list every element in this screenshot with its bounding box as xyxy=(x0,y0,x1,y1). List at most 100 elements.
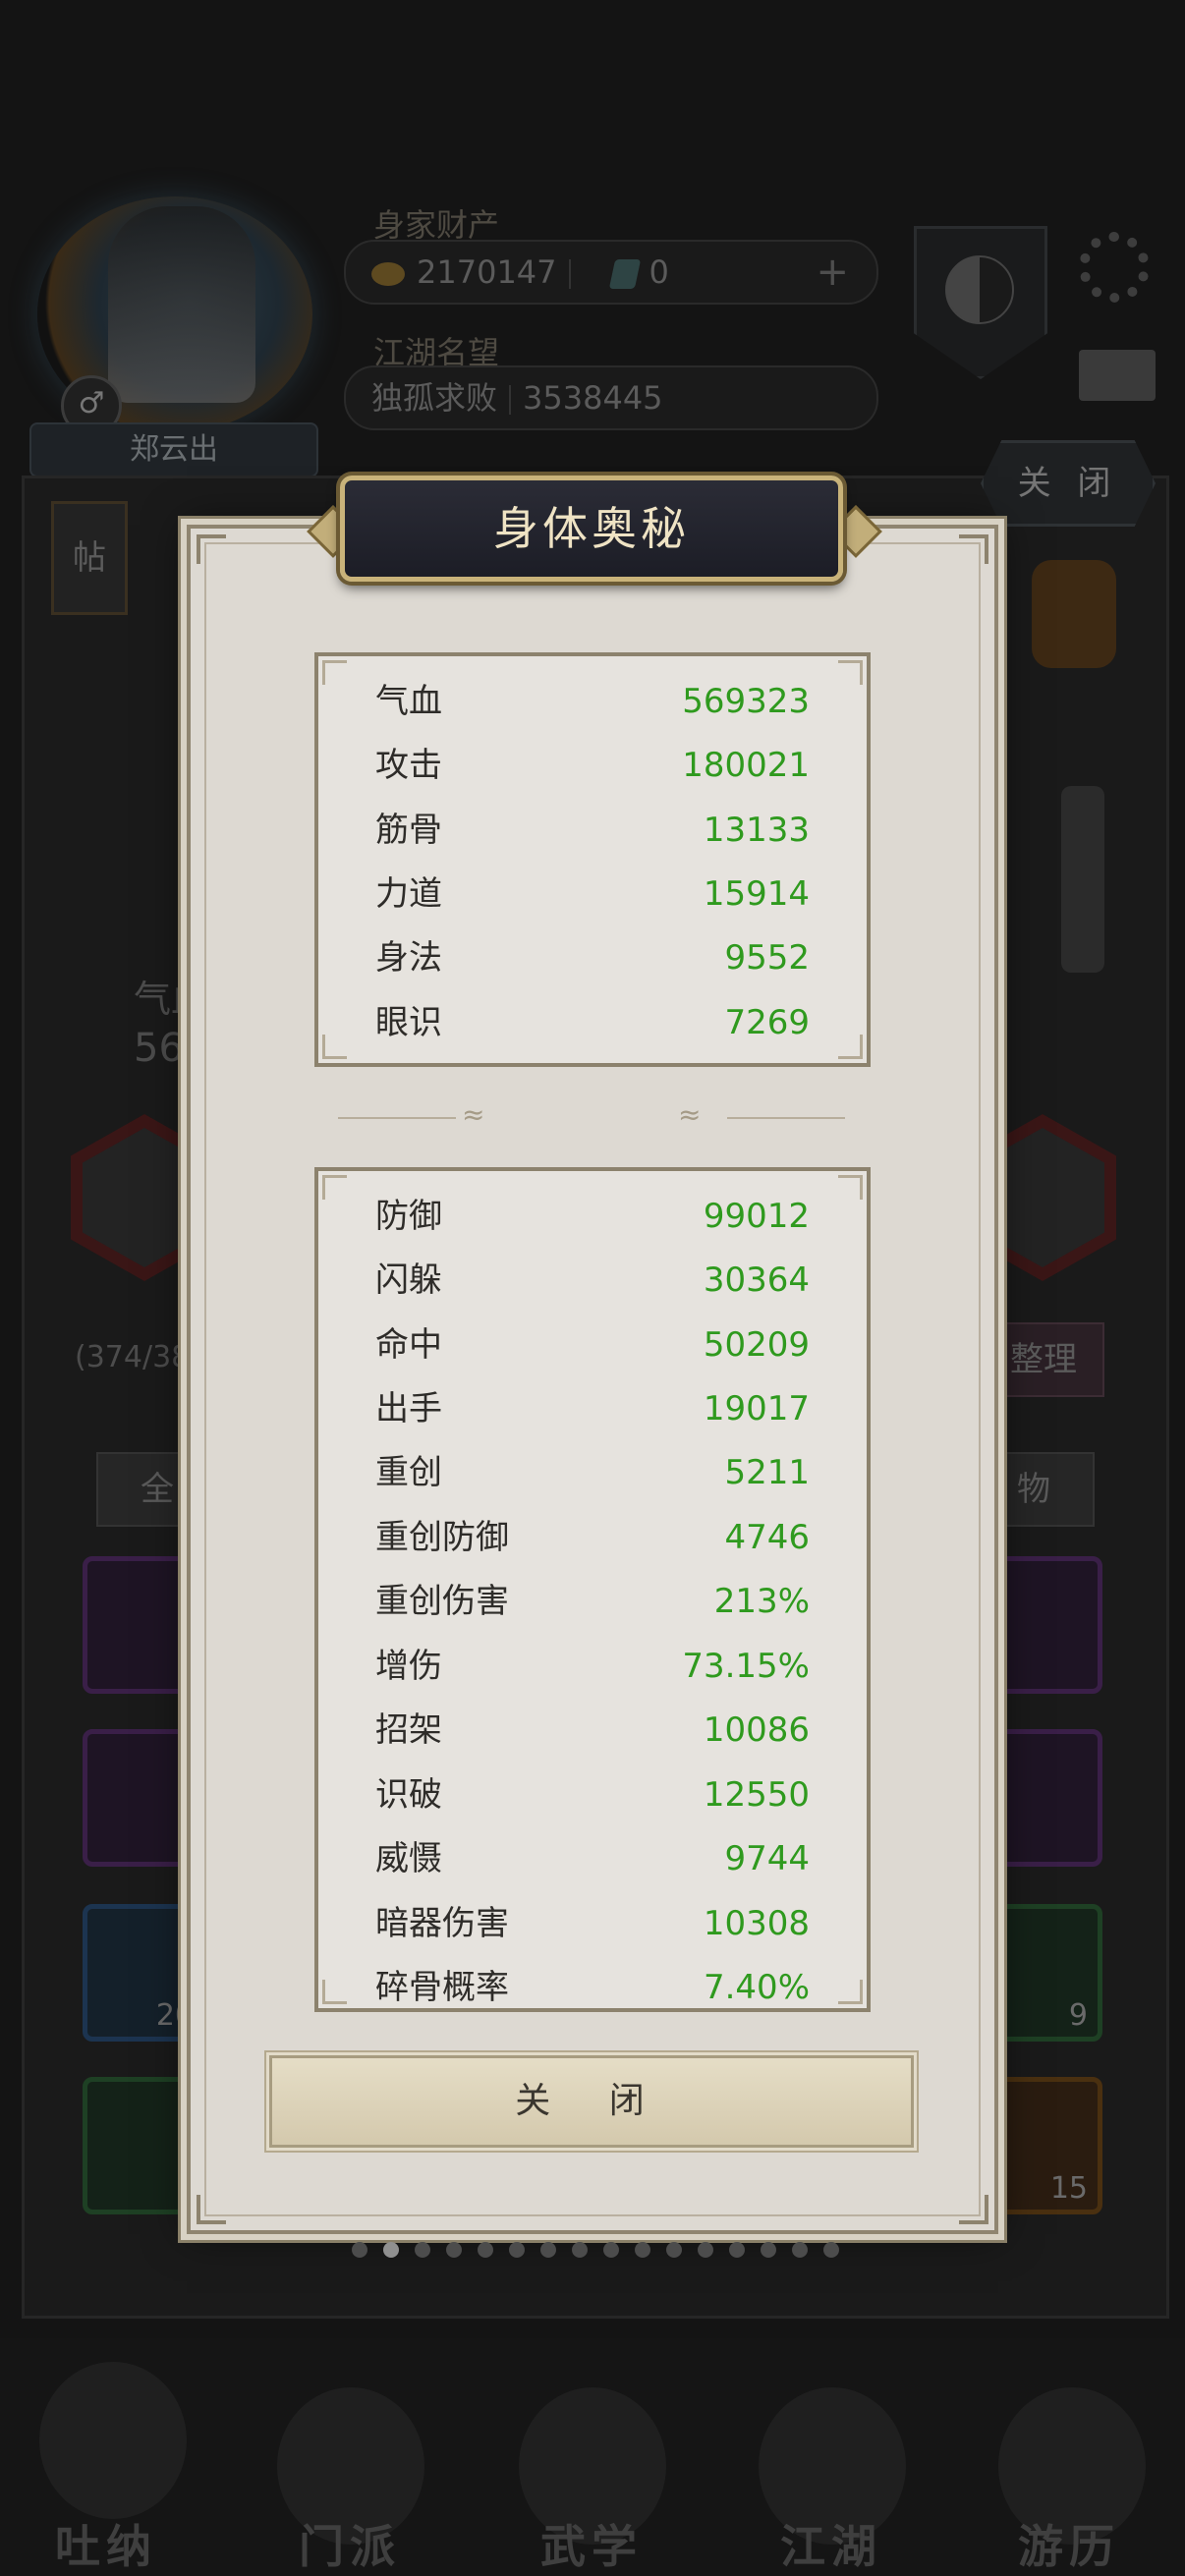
currency-bar: 2170147 0 + xyxy=(344,240,878,305)
stat-name: 暗器伤害 xyxy=(375,1904,509,1943)
yin-yang-icon xyxy=(945,255,1014,324)
page-dot xyxy=(446,2242,462,2258)
stat-value: 9744 xyxy=(724,1839,810,1878)
stat-name: 识破 xyxy=(375,1775,442,1815)
nav-label: 江湖 xyxy=(780,2520,882,2573)
page-dot xyxy=(352,2242,367,2258)
page-dot xyxy=(540,2242,556,2258)
page-indicator xyxy=(344,2242,855,2266)
stat-name: 眼识 xyxy=(375,1003,442,1042)
stat-row: 威慑 9744 xyxy=(318,1827,867,1891)
stat-name: 威慑 xyxy=(375,1839,442,1878)
stat-row: 命中 50209 xyxy=(318,1314,867,1377)
gear-icon xyxy=(1079,232,1150,303)
stat-name: 重创防御 xyxy=(375,1518,509,1557)
dialog-title: 身体奥秘 xyxy=(340,476,843,582)
stat-name: 重创伤害 xyxy=(375,1582,509,1621)
stat-value: 9552 xyxy=(724,938,810,978)
stat-row: 力道 15914 xyxy=(318,863,867,926)
stat-row: 出手 19017 xyxy=(318,1377,867,1441)
player-name: 郑云出 xyxy=(29,422,318,477)
jade-amount: 0 xyxy=(649,253,669,291)
divider xyxy=(338,1117,456,1119)
page-dot xyxy=(509,2242,525,2258)
divider xyxy=(727,1117,845,1119)
close-button[interactable]: 关 闭 xyxy=(269,2055,914,2148)
sort-button: 整理 xyxy=(983,1322,1104,1397)
divider-ornament: ≈ xyxy=(462,1098,485,1131)
stat-row: 气血 569323 xyxy=(318,670,867,734)
page-dot-active xyxy=(383,2242,399,2258)
stat-name: 碎骨概率 xyxy=(375,1968,509,2007)
stat-value: 15914 xyxy=(703,874,810,914)
stat-name: 命中 xyxy=(375,1325,442,1365)
avatar xyxy=(108,206,255,403)
primary-stats-panel: 气血 569323 攻击 180021 筋骨 13133 力道 15914 身法… xyxy=(314,652,871,1067)
stat-row: 暗器伤害 10308 xyxy=(318,1892,867,1956)
stat-name: 攻击 xyxy=(375,746,442,785)
stat-row: 重创 5211 xyxy=(318,1441,867,1505)
secondary-stats-panel[interactable]: 防御 99012 闪躲 30364 命中 50209 出手 19017 重创 5… xyxy=(314,1167,871,2012)
fame-value: 3538445 xyxy=(523,379,663,417)
stat-name: 重创 xyxy=(375,1453,442,1492)
stat-name: 防御 xyxy=(375,1197,442,1236)
mail-icon xyxy=(1079,350,1156,401)
divider-ornament: ≈ xyxy=(678,1098,702,1131)
stat-value: 180021 xyxy=(682,746,810,785)
stat-row: 防御 99012 xyxy=(318,1185,867,1249)
stat-name: 身法 xyxy=(375,938,442,978)
stat-row: 眼识 7269 xyxy=(318,991,867,1055)
stat-row: 重创防御 4746 xyxy=(318,1506,867,1570)
page-dot xyxy=(572,2242,588,2258)
nav-label: 武学 xyxy=(540,2520,643,2573)
page-dot xyxy=(761,2242,776,2258)
stat-value: 7269 xyxy=(724,1003,810,1042)
stat-value: 12550 xyxy=(703,1775,810,1815)
page-dot xyxy=(698,2242,713,2258)
fame-title: 独孤求败 xyxy=(371,379,498,417)
page-dot xyxy=(666,2242,682,2258)
stat-name: 增伤 xyxy=(375,1647,442,1686)
stat-value: 4746 xyxy=(724,1518,810,1557)
stat-value: 10308 xyxy=(703,1904,810,1943)
stat-row: 识破 12550 xyxy=(318,1764,867,1827)
stat-value: 50209 xyxy=(703,1325,810,1365)
add-currency-icon: + xyxy=(816,250,849,295)
page-dot xyxy=(415,2242,430,2258)
page-dot xyxy=(478,2242,493,2258)
stat-name: 招架 xyxy=(375,1710,442,1750)
stat-row: 身法 9552 xyxy=(318,926,867,990)
page-dot xyxy=(792,2242,808,2258)
nav-label: 门派 xyxy=(299,2520,401,2573)
page-dot xyxy=(635,2242,650,2258)
stat-value: 7.40% xyxy=(703,1968,810,2007)
nav-label: 吐纳 xyxy=(55,2520,157,2573)
stat-value: 10086 xyxy=(703,1710,810,1750)
stat-row: 攻击 180021 xyxy=(318,734,867,798)
stat-row: 闪躲 30364 xyxy=(318,1249,867,1313)
page-dot xyxy=(823,2242,839,2258)
page-dot xyxy=(729,2242,745,2258)
fame-bar: 独孤求败 3538445 xyxy=(344,365,878,430)
stat-name: 出手 xyxy=(375,1389,442,1428)
sword-icon xyxy=(1061,786,1104,973)
stat-value: 5211 xyxy=(724,1453,810,1492)
stat-value: 30364 xyxy=(703,1260,810,1300)
stat-value: 569323 xyxy=(682,682,810,721)
inventory-count: (374/38 xyxy=(75,1340,191,1374)
stat-row: 重创伤害 213% xyxy=(318,1570,867,1634)
stat-name: 气血 xyxy=(375,682,442,721)
stat-row: 筋骨 13133 xyxy=(318,799,867,863)
nav-breathing-icon xyxy=(39,2362,187,2519)
stat-value: 99012 xyxy=(703,1197,810,1236)
page-dot xyxy=(603,2242,619,2258)
lantern-icon xyxy=(1032,560,1116,668)
stat-value: 213% xyxy=(713,1582,810,1621)
stat-row: 招架 10086 xyxy=(318,1699,867,1763)
nav-label: 游历 xyxy=(1018,2520,1120,2573)
stat-name: 筋骨 xyxy=(375,811,442,850)
stat-value: 13133 xyxy=(703,811,810,850)
jade-icon xyxy=(608,259,641,289)
stat-row: 增伤 73.15% xyxy=(318,1635,867,1699)
gold-coin-icon xyxy=(371,262,405,286)
